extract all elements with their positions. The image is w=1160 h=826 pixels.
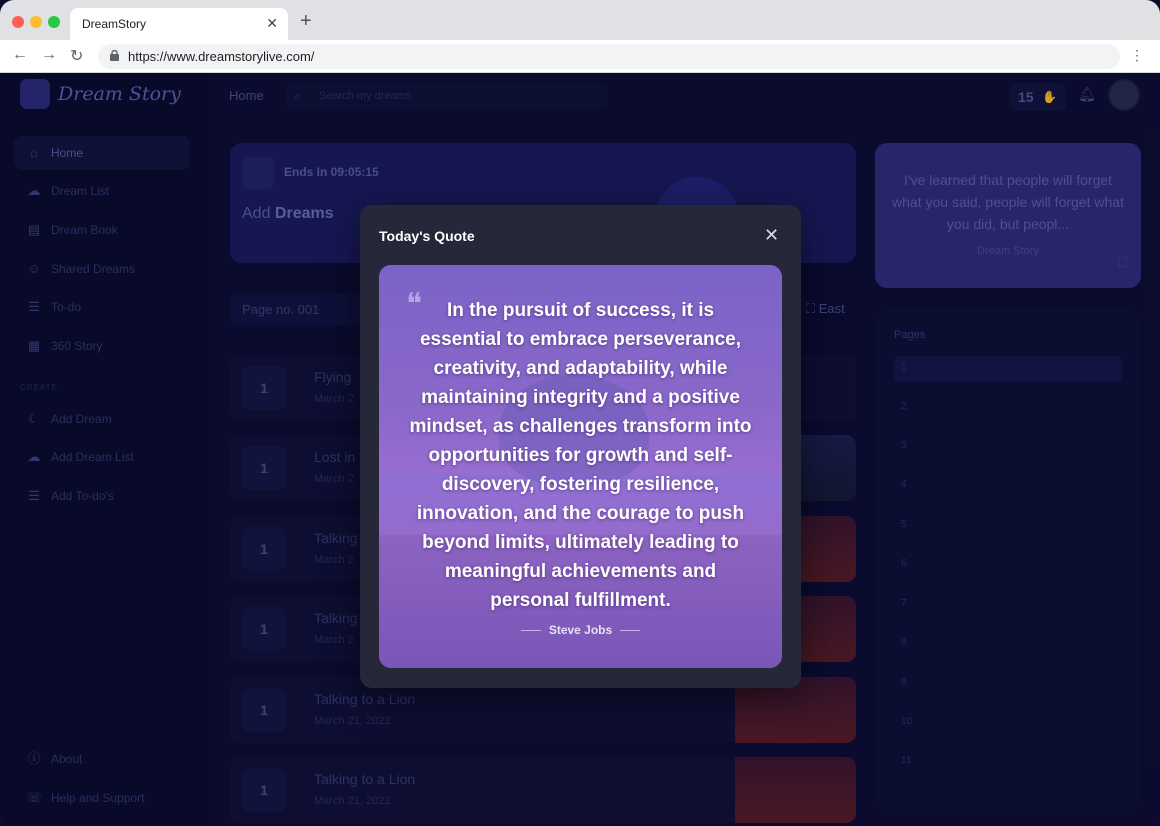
lock-icon bbox=[110, 50, 119, 61]
maximize-window-button[interactable] bbox=[48, 16, 60, 28]
toolbar: ← → ↻ https://www.dreamstorylive.com/ ⋮ bbox=[0, 40, 1160, 73]
new-tab-icon[interactable]: + bbox=[300, 10, 312, 33]
browser-window: DreamStory ✕ + ← → ↻ https://www.dreamst… bbox=[0, 0, 1160, 826]
reload-icon[interactable]: ↻ bbox=[70, 46, 83, 66]
back-icon[interactable]: ← bbox=[12, 46, 28, 64]
browser-tab[interactable]: DreamStory ✕ bbox=[70, 8, 288, 40]
modal-title: Today's Quote bbox=[379, 228, 475, 244]
close-window-button[interactable] bbox=[12, 16, 24, 28]
browser-menu-icon[interactable]: ⋮ bbox=[1130, 47, 1144, 64]
minimize-window-button[interactable] bbox=[30, 16, 42, 28]
tab-close-icon[interactable]: ✕ bbox=[266, 15, 278, 32]
divider bbox=[520, 630, 541, 632]
tab-title: DreamStory bbox=[82, 17, 147, 31]
quote-author-row: Steve Jobs bbox=[379, 623, 782, 637]
url-text: https://www.dreamstorylive.com/ bbox=[128, 49, 315, 64]
forward-icon[interactable]: → bbox=[41, 46, 57, 64]
todays-quote-modal: Today's Quote ✕ ❝ In the pursuit of succ… bbox=[360, 205, 801, 688]
divider bbox=[620, 630, 641, 632]
close-icon[interactable]: ✕ bbox=[764, 225, 779, 246]
quote-box: ❝ In the pursuit of success, it is essen… bbox=[379, 265, 782, 668]
quote-author: Steve Jobs bbox=[548, 623, 613, 637]
address-bar[interactable]: https://www.dreamstorylive.com/ bbox=[98, 44, 1120, 69]
tab-bar: DreamStory ✕ + bbox=[0, 0, 1160, 40]
quote-text: In the pursuit of success, it is essenti… bbox=[409, 300, 752, 611]
